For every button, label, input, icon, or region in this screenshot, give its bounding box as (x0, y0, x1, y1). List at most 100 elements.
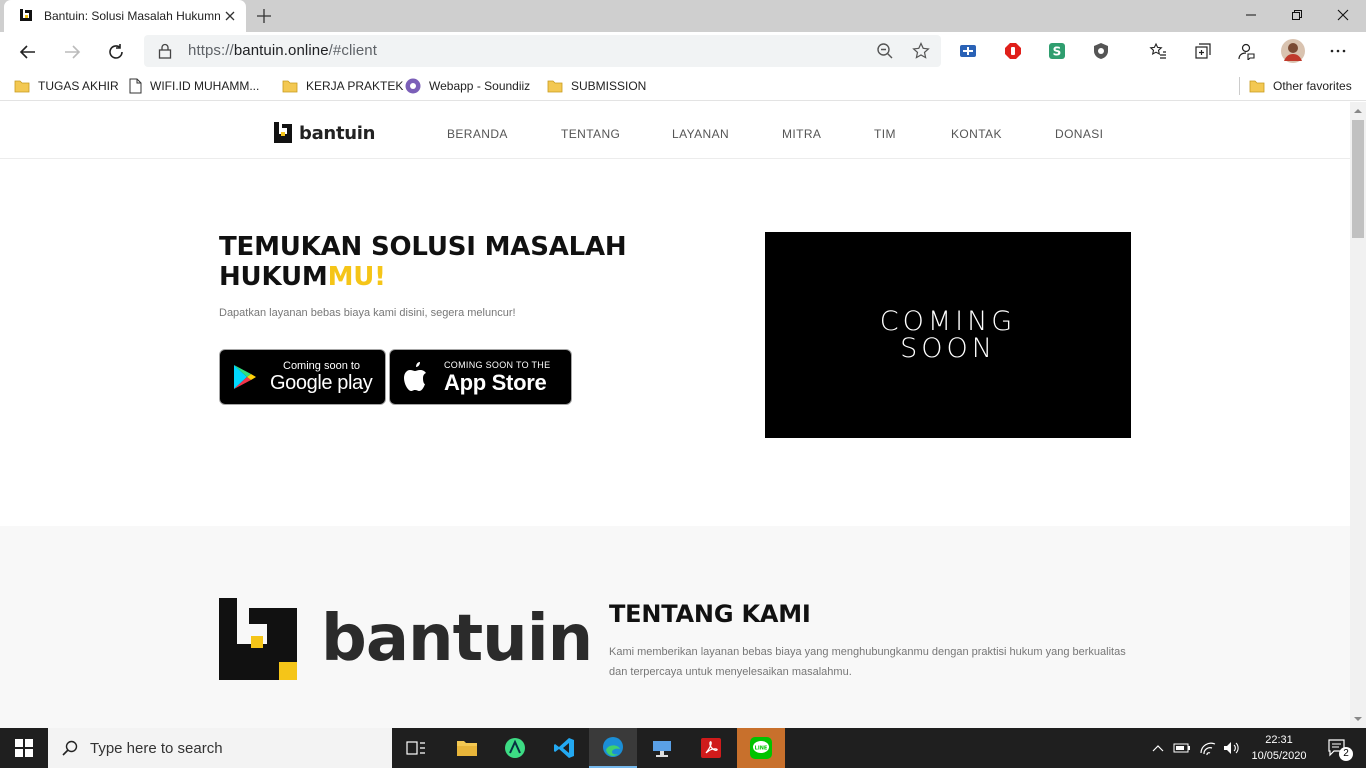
action-center-button[interactable]: 2 (1320, 728, 1356, 768)
site-logo[interactable]: bantuin (273, 122, 375, 144)
start-button[interactable] (0, 728, 48, 768)
lock-icon[interactable] (158, 43, 172, 59)
extension-adblock-icon[interactable] (1003, 41, 1023, 61)
android-studio-button[interactable] (491, 728, 539, 768)
more-dots-icon (1330, 49, 1346, 53)
coming-soon-text: COMING SOON (880, 308, 1016, 362)
close-tab-icon[interactable] (222, 8, 238, 24)
nav-link-layanan[interactable]: LAYANAN (672, 127, 729, 141)
favorite-label: SUBMISSION (571, 79, 647, 93)
system-clock[interactable]: 22:31 10/05/2020 (1244, 732, 1314, 764)
extension-translate-icon[interactable] (958, 41, 978, 61)
favorite-item[interactable]: Webapp - Soundiiz (405, 76, 530, 96)
scroll-down-arrow-icon[interactable] (1350, 712, 1366, 726)
app-store-button[interactable]: COMING SOON TO THE App Store (389, 349, 572, 405)
folder-icon (547, 80, 563, 93)
task-view-button[interactable] (392, 728, 440, 768)
refresh-button[interactable] (105, 41, 127, 63)
tab-title: Bantuin: Solusi Masalah Hukumnu (44, 9, 220, 23)
battery-indicator[interactable] (1172, 728, 1192, 768)
extension-s-icon[interactable]: S (1047, 41, 1067, 61)
profile-avatar[interactable] (1281, 39, 1305, 63)
other-favorites-label: Other favorites (1273, 79, 1352, 93)
google-play-button[interactable]: Coming soon to Google play (219, 349, 386, 405)
settings-more-button[interactable] (1328, 41, 1348, 61)
nav-link-donasi[interactable]: DONASI (1055, 127, 1103, 141)
clock-date: 10/05/2020 (1251, 750, 1307, 762)
hero-title-highlight: MU! (327, 262, 386, 292)
folder-icon (14, 80, 30, 93)
address-bar[interactable]: https://bantuin.online/#client (144, 35, 941, 67)
favorites-divider (1239, 77, 1240, 95)
tray-chevron[interactable] (1148, 728, 1168, 768)
other-favorites[interactable]: Other favorites (1249, 76, 1352, 96)
url-path: /#client (328, 42, 377, 59)
favorite-item[interactable]: KERJA PRAKTEK (282, 76, 403, 96)
nav-link-tim[interactable]: TIM (874, 127, 896, 141)
feedback-button[interactable] (1236, 41, 1256, 61)
remote-desktop-button[interactable] (638, 728, 686, 768)
coming-soon-video[interactable]: COMING SOON (765, 232, 1131, 438)
windows-taskbar: Type here to search LINE 22:31 10/05/202… (0, 728, 1366, 768)
hero-title-line1: TEMUKAN SOLUSI MASALAH (219, 232, 627, 262)
favorite-item[interactable]: TUGAS AKHIR (14, 76, 119, 96)
acrobat-button[interactable] (687, 728, 735, 768)
new-tab-icon[interactable] (254, 6, 274, 26)
nav-link-beranda[interactable]: BERANDA (447, 127, 508, 141)
edge-icon (603, 737, 623, 757)
collections-button[interactable] (1193, 41, 1213, 61)
line-app-button[interactable]: LINE (737, 728, 785, 768)
nav-link-kontak[interactable]: KONTAK (951, 127, 1002, 141)
favorite-label: WIFI.ID MUHAMM... (150, 79, 260, 93)
network-app-icon (653, 741, 671, 757)
google-play-big-text: Google play (270, 372, 373, 394)
folder-icon (1249, 80, 1265, 93)
restore-button[interactable] (1274, 0, 1320, 30)
favorite-star-icon[interactable] (912, 42, 930, 60)
restore-icon (1292, 10, 1302, 20)
url-host: bantuin.online (233, 42, 329, 59)
browser-tab[interactable]: Bantuin: Solusi Masalah Hukumnu (4, 0, 246, 32)
feedback-icon (1238, 43, 1255, 60)
s-extension-icon: S (1049, 43, 1065, 59)
nav-link-mitra[interactable]: MITRA (782, 127, 821, 141)
edge-button[interactable] (589, 728, 637, 768)
wifi-indicator[interactable] (1197, 728, 1219, 768)
vscode-button[interactable] (540, 728, 588, 768)
about-title: TENTANG KAMI (609, 600, 811, 628)
extension-shield-icon[interactable] (1091, 41, 1111, 61)
volume-icon (1224, 742, 1239, 754)
scrollbar-thumb[interactable] (1352, 120, 1364, 238)
back-button[interactable] (17, 41, 39, 63)
favorites-bar: TUGAS AKHIR WIFI.ID MUHAMM... KERJA PRAK… (0, 71, 1366, 101)
taskbar-search[interactable]: Type here to search (48, 728, 392, 768)
collections-icon (1195, 43, 1211, 59)
close-icon (1337, 9, 1349, 21)
bantuin-large-logo-icon (219, 598, 297, 680)
site-navbar: bantuin BERANDA TENTANG LAYANAN MITRA TI… (0, 102, 1350, 159)
zoom-icon[interactable] (876, 42, 894, 60)
about-section: bantuin TENTANG KAMI Kami memberikan lay… (0, 526, 1350, 728)
nav-link-tentang[interactable]: TENTANG (561, 127, 620, 141)
notification-count-badge: 2 (1339, 747, 1353, 761)
favorite-item[interactable]: SUBMISSION (547, 76, 646, 96)
page-icon (129, 78, 142, 94)
extension-icon (960, 45, 976, 57)
url-text[interactable]: https://bantuin.online/#client (188, 42, 377, 59)
favorites-button[interactable] (1148, 41, 1168, 61)
hero-section: TEMUKAN SOLUSI MASALAH HUKUMMU! Dapatkan… (0, 159, 1350, 526)
page-scrollbar[interactable] (1350, 102, 1366, 728)
clock-time: 22:31 (1265, 734, 1293, 746)
volume-indicator[interactable] (1220, 728, 1242, 768)
svg-text:S: S (1053, 45, 1062, 59)
scroll-up-arrow-icon[interactable] (1350, 104, 1366, 118)
favorite-item[interactable]: WIFI.ID MUHAMM... (128, 76, 259, 96)
file-explorer-button[interactable] (443, 728, 491, 768)
close-window-button[interactable] (1320, 0, 1366, 30)
task-view-icon (406, 741, 425, 755)
google-play-small-text: Coming soon to (283, 360, 361, 372)
bantuin-logo-icon (274, 122, 292, 143)
minimize-button[interactable] (1228, 0, 1274, 30)
adblock-icon (1005, 43, 1021, 59)
forward-button[interactable] (61, 41, 83, 63)
